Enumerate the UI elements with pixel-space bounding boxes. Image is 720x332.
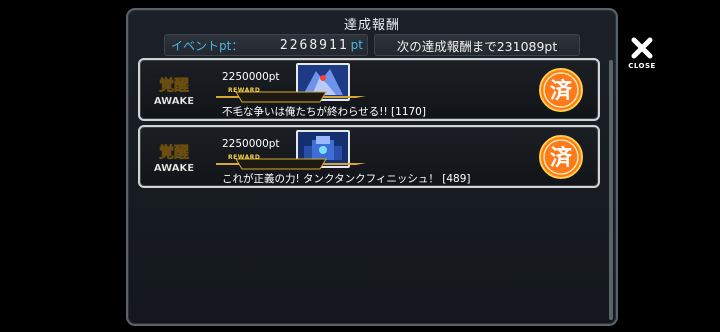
awake-logo-kanji: 覚醒 <box>159 76 189 94</box>
received-stamp-icon: 済 <box>539 135 583 179</box>
scrollbar[interactable] <box>609 60 613 320</box>
close-label: CLOSE <box>628 62 656 70</box>
received-stamp-text: 済 <box>550 145 573 171</box>
awake-logo-text: AWAKE <box>154 163 194 174</box>
event-points-label: イベントpt： <box>171 38 244 53</box>
awake-logo-kanji: 覚醒 <box>159 143 189 161</box>
required-points: 2250000pt <box>222 71 280 83</box>
awake-logo-text: AWAKE <box>154 96 194 107</box>
reward-row[interactable]: 覚醒 AWAKE 2250000pt REWARD 不毛な争いは俺たちが終わらせ… <box>138 58 600 121</box>
event-points-box: イベントpt： 2268911 pt <box>164 34 368 56</box>
event-points-value: 2268911 <box>279 37 349 53</box>
awake-logo-icon: 覚醒 AWAKE <box>154 76 195 107</box>
reward-row[interactable]: 覚醒 AWAKE 2250000pt REWARD これが正義の力! タンクタン… <box>138 125 600 188</box>
next-reward-text: 次の達成報酬まで231089pt <box>396 38 558 54</box>
dialog-title: 達成報酬 <box>343 18 400 33</box>
received-stamp-icon: 済 <box>539 68 583 112</box>
reward-name: 不毛な争いは俺たちが終わらせる!! [1170] <box>222 106 426 118</box>
next-reward-box: 次の達成報酬まで231089pt <box>374 34 580 56</box>
event-points-unit: pt <box>350 37 363 52</box>
received-stamp-text: 済 <box>550 78 573 104</box>
scrollbar-thumb[interactable] <box>609 60 613 320</box>
required-points: 2250000pt <box>222 138 280 150</box>
achievement-rewards-dialog: 達成報酬 イベントpt： 2268911 pt 次の達成報酬まで231089pt … <box>126 8 618 326</box>
close-icon <box>631 37 653 59</box>
reward-name: これが正義の力! タンクタンクフィニッシュ！ [489] <box>222 173 471 185</box>
reward-tag: REWARD <box>228 87 261 94</box>
reward-tag: REWARD <box>228 154 261 161</box>
close-button[interactable]: CLOSE <box>626 36 658 70</box>
awake-logo-icon: 覚醒 AWAKE <box>154 143 195 174</box>
points-info-bar: イベントpt： 2268911 pt 次の達成報酬まで231089pt <box>164 34 608 56</box>
reward-list: 覚醒 AWAKE 2250000pt REWARD 不毛な争いは俺たちが終わらせ… <box>138 58 600 192</box>
